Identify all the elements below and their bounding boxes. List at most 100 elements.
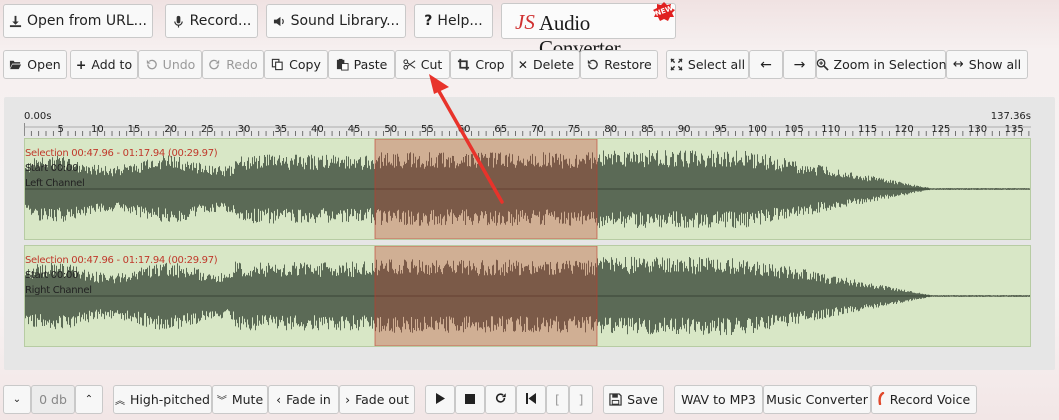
download-icon — [9, 15, 22, 28]
record-voice-icon — [878, 391, 885, 408]
repeat-icon — [495, 392, 507, 407]
zoom-in-selection-button[interactable]: Zoom in Selection — [816, 50, 947, 79]
music-converter-label: Music Converter — [766, 392, 868, 407]
arrow-right-icon: → — [793, 56, 806, 73]
angle-left-icon: ‹ — [276, 392, 282, 407]
ruler-tick-label: 45 — [347, 124, 361, 135]
right-selection-info: Selection 00:47.96 - 01:17.94 (00:29.97) — [25, 255, 218, 266]
undo-button[interactable]: Undo — [138, 50, 202, 79]
ruler-tick-label: 20 — [164, 124, 178, 135]
ruler-end-label: 137.36s — [990, 111, 1031, 122]
paste-button[interactable]: Paste — [328, 50, 395, 79]
ruler-tick-label: 50 — [384, 124, 398, 135]
folder-open-icon — [9, 58, 22, 71]
ruler-tick-label: 75 — [567, 124, 581, 135]
wav-to-mp3-label: WAV to MP3 — [681, 392, 756, 407]
restore-icon — [586, 58, 599, 71]
save-button[interactable]: Save — [603, 385, 664, 414]
volume-up-button[interactable]: ⌃ — [75, 385, 103, 414]
fade-out-label: Fade out — [355, 392, 409, 407]
undo-icon — [145, 58, 158, 71]
expand-icon — [670, 58, 683, 71]
ruler-tick-label: 95 — [714, 124, 728, 135]
fade-out-button[interactable]: › Fade out — [339, 385, 415, 414]
record-button[interactable]: Record... — [165, 4, 258, 38]
volume-down-button[interactable]: ⌄ — [3, 385, 31, 414]
zoom-in-selection-label: Zoom in Selection — [833, 57, 947, 72]
volume-value: 0 db — [39, 392, 67, 407]
high-pitched-label: High-pitched — [130, 392, 210, 407]
music-converter-button[interactable]: Music Converter — [763, 385, 871, 414]
wav-to-mp3-button[interactable]: WAV to MP3 — [674, 385, 763, 414]
ruler-tick-label: 40 — [311, 124, 324, 135]
right-channel-label: Right Channel — [25, 285, 92, 296]
ruler-tick-label: 15 — [127, 124, 141, 135]
ruler-tick-label: 35 — [274, 124, 288, 135]
help-button[interactable]: ? Help... — [414, 4, 493, 38]
right-channel-track[interactable]: Selection 00:47.96 - 01:17.94 (00:29.97)… — [24, 245, 1031, 347]
fade-in-button[interactable]: ‹ Fade in — [268, 385, 339, 414]
volume-display: 0 db — [31, 385, 75, 414]
step-backward-icon — [526, 392, 536, 407]
show-all-label: Show all — [968, 57, 1022, 72]
ruler-tick-label: 80 — [604, 124, 618, 135]
select-all-button[interactable]: Select all — [666, 50, 749, 79]
app-logo[interactable]: JS Audio Converter NEW — [501, 2, 676, 60]
stop-icon — [465, 392, 475, 407]
arrow-left-icon: ← — [760, 56, 772, 73]
left-channel-label: Left Channel — [25, 178, 85, 189]
selection-region[interactable] — [374, 246, 598, 346]
open-from-url-button[interactable]: Open from URL... — [3, 4, 153, 38]
chevron-up-icon: ⌃ — [84, 394, 94, 405]
skip-to-start-button[interactable] — [516, 385, 546, 414]
angle-right-icon: › — [345, 392, 351, 407]
ruler-tick-label: 100 — [747, 124, 768, 135]
stop-button[interactable] — [455, 385, 485, 414]
mute-button[interactable]: ︾ Mute — [212, 385, 268, 414]
help-label: Help... — [437, 13, 483, 29]
ruler-tick-label: 135 — [1004, 124, 1024, 135]
undo-label: Undo — [162, 57, 196, 72]
arrow-left-button[interactable]: ← — [749, 50, 783, 79]
new-badge: NEW — [652, 2, 676, 22]
restore-button[interactable]: Restore — [580, 50, 658, 79]
sound-library-label: Sound Library... — [290, 13, 400, 29]
sound-library-button[interactable]: Sound Library... — [266, 4, 406, 38]
ruler-tick-label: 90 — [677, 124, 691, 135]
open-from-url-label: Open from URL... — [27, 13, 147, 29]
repeat-button[interactable] — [485, 385, 516, 414]
ruler-tick-label: 115 — [857, 124, 878, 135]
show-all-button[interactable]: ↔ Show all — [946, 50, 1028, 79]
copy-icon — [271, 58, 284, 71]
arrow-right-button[interactable]: → — [783, 50, 816, 79]
right-start-info: Start 00:00 — [25, 270, 79, 281]
redo-button[interactable]: Redo — [202, 50, 264, 79]
ruler-tick-label: 105 — [784, 124, 804, 135]
add-to-button[interactable]: + Add to — [70, 50, 138, 79]
redo-icon — [208, 58, 221, 71]
play-button[interactable] — [425, 385, 455, 414]
copy-button[interactable]: Copy — [264, 50, 328, 79]
play-icon — [435, 392, 445, 407]
save-icon — [609, 393, 622, 406]
redo-label: Redo — [226, 57, 258, 72]
select-all-label: Select all — [687, 57, 746, 72]
mute-label: Mute — [231, 392, 264, 407]
ruler-tick-label: 85 — [641, 124, 654, 135]
high-pitched-button[interactable]: ︽ High-pitched — [113, 385, 212, 414]
logo-js: JS — [515, 10, 535, 34]
chevron-down-icon: ⌄ — [12, 394, 22, 405]
plus-icon: + — [75, 57, 87, 72]
ruler-tick-label: 125 — [931, 124, 951, 135]
record-voice-button[interactable]: Record Voice — [871, 385, 977, 414]
paste-icon — [336, 58, 349, 71]
record-label: Record... — [189, 13, 252, 29]
set-selection-start-button[interactable]: [ — [546, 385, 569, 414]
set-selection-end-button[interactable]: ] — [569, 385, 593, 414]
add-to-label: Add to — [91, 57, 133, 72]
ruler-tick-label: 5 — [57, 124, 64, 135]
volume-icon — [273, 15, 286, 28]
open-button[interactable]: Open — [3, 50, 67, 79]
left-selection-info: Selection 00:47.96 - 01:17.94 (00:29.97) — [25, 148, 218, 159]
copy-label: Copy — [289, 57, 321, 72]
